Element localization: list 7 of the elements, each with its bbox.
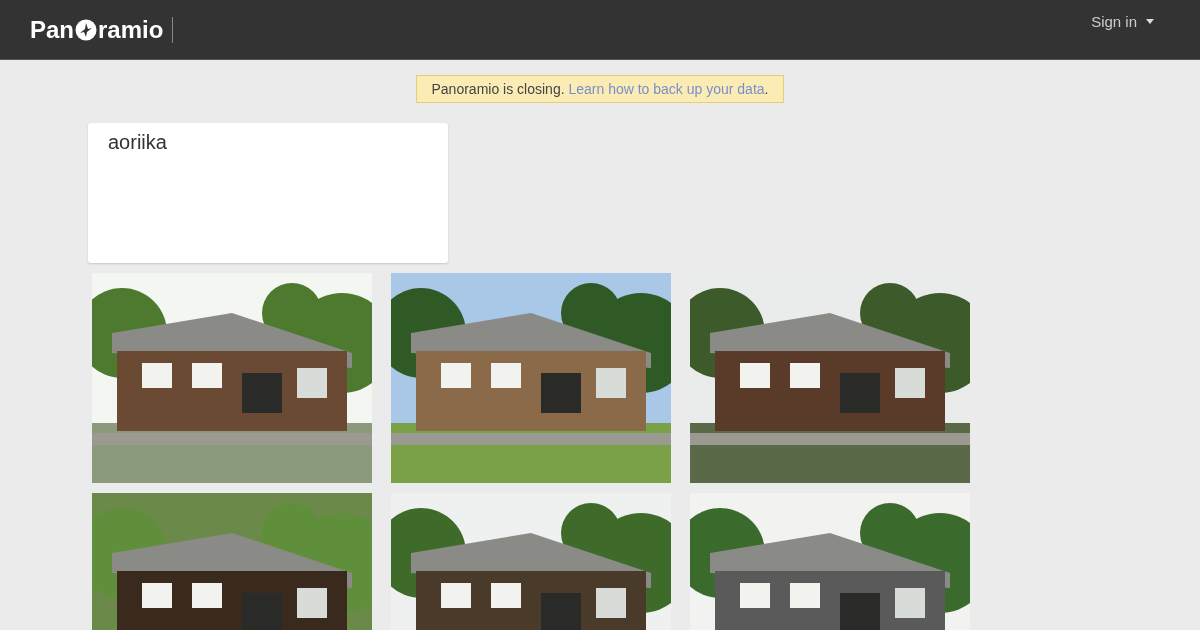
logo-text[interactable]: Pan [30,15,74,44]
logo-icon[interactable] [75,18,97,41]
sign-in-menu[interactable]: Sign in [1091,12,1154,30]
notice-text: Panoramio is closing. Learn how to back up your data. [431,81,769,97]
logo-text[interactable]: ramio [98,15,164,44]
user-name: aoriika [108,131,167,154]
caret-icon [1146,18,1154,24]
